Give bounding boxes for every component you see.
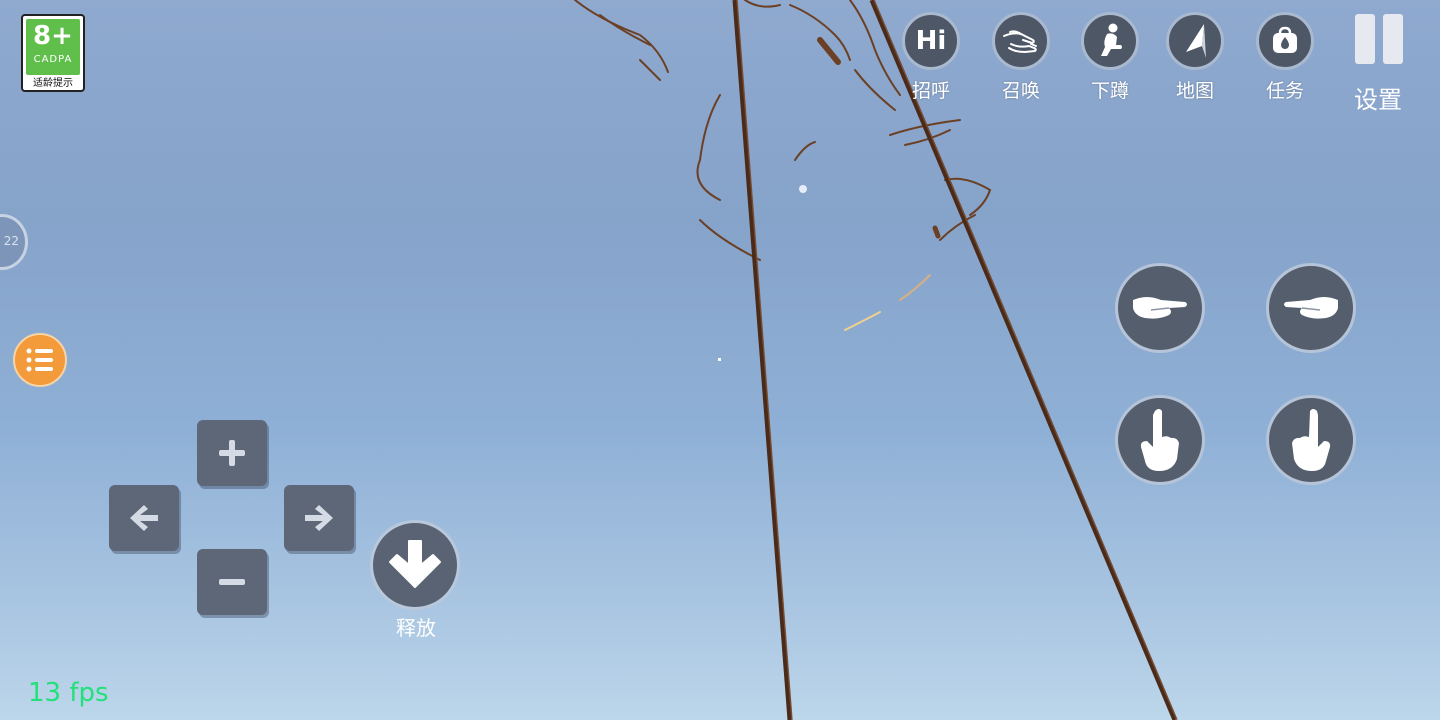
summon-label: 召唤 [1001, 80, 1040, 102]
list-icon [26, 348, 53, 372]
settings-button[interactable]: 设置 [1348, 14, 1408, 115]
dpad-right-button[interactable] [284, 485, 354, 551]
summon-button[interactable]: 召唤 [989, 12, 1053, 103]
edge-dial-text: 22 [3, 234, 19, 248]
crosshair-dot [718, 358, 721, 361]
left-point-button[interactable] [1115, 395, 1205, 485]
list-menu-button[interactable] [13, 333, 67, 387]
beckon-hand-icon [992, 12, 1050, 70]
age-rating-org: CADPA [33, 54, 73, 65]
age-rating-caption: 适龄提示 [33, 78, 73, 89]
game-scene[interactable]: 8+ CADPA 适龄提示 Hi 招呼 召唤 下蹲 地图 任务 设置 22 释放… [0, 0, 1440, 720]
tasks-label: 任务 [1265, 80, 1304, 102]
open-palm-icon [1133, 297, 1187, 319]
hi-icon: Hi [902, 12, 960, 70]
greet-label: 招呼 [911, 80, 950, 102]
release-button[interactable]: 释放 [370, 520, 462, 641]
crouch-button[interactable]: 下蹲 [1078, 12, 1142, 103]
crouch-label: 下蹲 [1090, 80, 1129, 102]
age-rating-value: 8+ [33, 21, 73, 51]
crouch-figure-icon [1081, 12, 1139, 70]
dpad-down-button[interactable] [197, 549, 267, 615]
arrow-right-icon [305, 505, 333, 531]
right-point-button[interactable] [1266, 395, 1356, 485]
rope-right [869, 0, 1178, 720]
dpad-left-button[interactable] [109, 485, 179, 551]
rope-left [732, 0, 793, 720]
arrow-left-icon [130, 505, 158, 531]
plus-icon [219, 440, 245, 466]
greet-button[interactable]: Hi 招呼 [899, 12, 963, 103]
map-label: 地图 [1175, 80, 1214, 102]
open-palm-icon [1284, 297, 1338, 319]
minus-icon [219, 579, 245, 585]
bag-icon [1256, 12, 1314, 70]
distant-sparkle [799, 185, 807, 193]
left-grab-button[interactable] [1115, 263, 1205, 353]
right-grab-button[interactable] [1266, 263, 1356, 353]
release-label: 释放 [396, 616, 436, 640]
fps-counter: 13 fps [28, 678, 109, 708]
pointing-hand-icon [1140, 409, 1179, 471]
dpad-up-button[interactable] [197, 420, 267, 486]
age-rating-badge: 8+ CADPA 适龄提示 [21, 14, 85, 92]
navigation-arrow-icon [1166, 12, 1224, 70]
pause-icon [1351, 14, 1405, 66]
arrow-down-icon [370, 520, 460, 610]
pointing-hand-icon [1292, 409, 1331, 471]
settings-label: 设置 [1354, 86, 1402, 114]
tasks-button[interactable]: 任务 [1253, 12, 1317, 103]
map-button[interactable]: 地图 [1163, 12, 1227, 103]
